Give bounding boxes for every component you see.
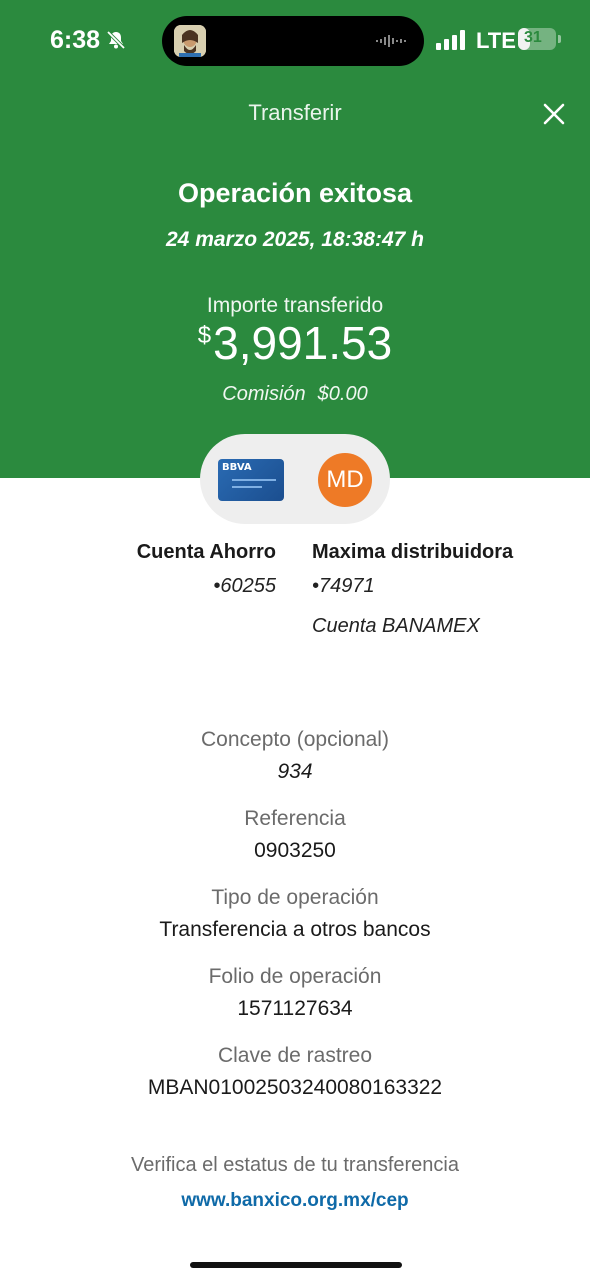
destination-bank: Cuenta BANAMEX	[312, 615, 480, 637]
detail-label-concepto: Concepto (opcional)	[201, 728, 389, 751]
detail-value-referencia: 0903250	[254, 839, 336, 862]
source-account-name: Cuenta Ahorro	[136, 541, 276, 563]
destination-account: Maxima distribuidora •74971 Cuenta BANAM…	[312, 538, 582, 640]
operation-datetime: 24 marzo 2025, 18:38:47 h	[166, 228, 424, 251]
commission-value: $0.00	[317, 383, 368, 405]
commission-row: Comisión $0.00	[0, 383, 590, 406]
commission-label: Comisión	[222, 383, 306, 405]
transferred-amount: $3,991.53	[0, 316, 590, 370]
detail-value-clave: MBAN01002503240080163322	[147, 1076, 443, 1099]
card-stripe	[232, 486, 262, 488]
detail-value-folio: 1571127634	[237, 997, 353, 1020]
banxico-cep-link[interactable]: www.banxico.org.mx/cep	[0, 1190, 590, 1212]
network-type: LTE	[476, 28, 516, 53]
battery-tip	[558, 35, 561, 43]
detail-label-tipo: Tipo de operación	[211, 886, 379, 909]
home-indicator[interactable]	[190, 1262, 402, 1268]
detail-label-referencia: Referencia	[244, 807, 346, 830]
destination-account-name: Maxima distribuidora	[312, 541, 514, 563]
dynamic-island[interactable]	[162, 16, 424, 66]
transfer-parties-pill: BBVA MD	[200, 434, 390, 524]
currency-symbol: $	[197, 322, 212, 349]
detail-value-concepto: 934	[277, 760, 313, 783]
card-logo: BBVA	[222, 462, 252, 473]
battery-icon: 31	[518, 28, 556, 50]
source-account: Cuenta Ahorro •60255	[0, 538, 276, 600]
cellular-signal-icon	[436, 30, 465, 50]
amount-label: Importe transferido	[206, 294, 384, 317]
bank-card-icon: BBVA	[218, 459, 284, 501]
detail-value-tipo: Transferencia a otros bancos	[159, 918, 431, 941]
source-account-number: •60255	[213, 575, 276, 597]
verify-status-text: Verifica el estatus de tu transferencia	[131, 1154, 459, 1176]
detail-label-folio: Folio de operación	[208, 965, 382, 988]
audio-waveform-icon	[376, 35, 406, 47]
status-time: 6:38	[50, 26, 101, 54]
operation-status-title: Operación exitosa	[177, 178, 413, 208]
detail-label-clave: Clave de rastreo	[217, 1044, 373, 1067]
card-stripe	[232, 479, 276, 481]
amount-value: 3,991.53	[213, 317, 393, 369]
screen-title: Transferir	[248, 100, 342, 125]
recipient-avatar: MD	[318, 453, 372, 507]
operation-details: Concepto (opcional) 934 Referencia 09032…	[0, 726, 590, 1121]
status-bar: 6:38 LTE 31	[0, 0, 590, 80]
close-icon[interactable]	[540, 100, 568, 128]
bell-off-icon	[106, 30, 126, 50]
success-header: 6:38 LTE 31 Transferir Operación exitosa…	[0, 0, 590, 478]
app-thumbnail-icon	[174, 25, 206, 57]
destination-account-number: •74971	[312, 575, 375, 597]
battery-percentage: 31	[524, 29, 542, 46]
